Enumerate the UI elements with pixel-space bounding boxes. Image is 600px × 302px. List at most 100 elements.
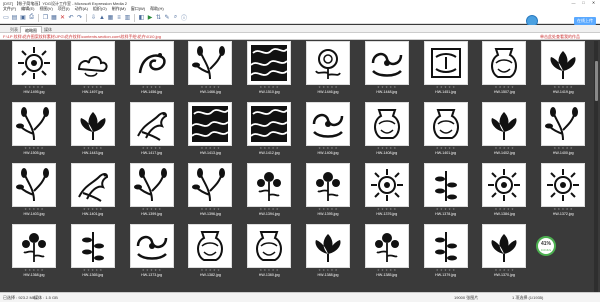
tab-thumbnails[interactable]: 缩略图 xyxy=(20,26,42,33)
thumbnail-item[interactable]: ★ ★ ★ ★ ★ HW-1365.jpg xyxy=(64,224,122,278)
slideshow-icon[interactable]: ▶ xyxy=(147,14,153,21)
thumbnail-item[interactable]: ★ ★ ★ ★ ★ HW-1376.jpg xyxy=(358,163,416,217)
thumbnail-item[interactable]: ★ ★ ★ ★ ★ HW-1403.jpg xyxy=(5,163,63,217)
thumbnail-item[interactable]: ★ ★ ★ ★ ★ HW-1443.jpg xyxy=(64,102,122,156)
thumbnail-image[interactable] xyxy=(12,163,56,207)
thumbnail-image[interactable] xyxy=(12,102,56,146)
thumbnail-image[interactable] xyxy=(188,224,233,268)
zoom-icon[interactable]: ⌕ xyxy=(173,14,179,21)
thumbnail-item[interactable]: ★ ★ ★ ★ ★ HW-1413.jpg xyxy=(181,102,239,156)
thumbnail-item[interactable]: ★ ★ ★ ★ ★ HW-1385.jpg xyxy=(358,224,416,278)
thumbnail-item[interactable]: ★ ★ ★ ★ ★ HW-1412.jpg xyxy=(240,102,298,156)
thumbnail-image[interactable] xyxy=(247,163,292,207)
scrollbar-thumb[interactable] xyxy=(594,61,598,101)
thumbnail-image[interactable] xyxy=(70,224,115,268)
thumbnail-item[interactable]: ★ ★ ★ ★ ★ HW-1446.jpg xyxy=(299,41,357,95)
thumbnail-item[interactable]: ★ ★ ★ ★ ★ HW-1395.jpg xyxy=(299,163,357,217)
edit-icon[interactable]: ✎ xyxy=(164,14,170,21)
thumbnail-item[interactable]: ★ ★ ★ ★ ★ HW-1402.jpg xyxy=(475,102,533,156)
thumbnail-item[interactable]: ★ ★ ★ ★ ★ HW-1360.jpg xyxy=(240,224,298,278)
thumbnail-item[interactable]: ★ ★ ★ ★ ★ HW-1505.jpg xyxy=(5,102,63,156)
lock-icon[interactable]: ▲ xyxy=(99,14,105,21)
thumbnail-image[interactable] xyxy=(70,41,115,85)
list-view-icon[interactable]: ≡ xyxy=(116,14,122,21)
thumbnail-item[interactable]: ★ ★ ★ ★ ★ HW-1417.jpg xyxy=(123,102,181,156)
maximize-button[interactable]: □ xyxy=(579,0,588,5)
thumbnail-image[interactable] xyxy=(423,224,468,268)
thumbnail-image[interactable] xyxy=(247,41,292,85)
save-icon[interactable]: ▣ xyxy=(20,14,26,21)
thumbnail-image[interactable] xyxy=(129,102,174,146)
thumbnail-image[interactable] xyxy=(541,41,586,85)
thumbnail-image[interactable] xyxy=(364,41,409,85)
thumbnail-image[interactable] xyxy=(306,224,350,268)
thumbnail-item[interactable]: ★ ★ ★ ★ ★ HW-1394.jpg xyxy=(240,163,298,217)
thumbnail-image[interactable] xyxy=(364,163,409,207)
thumbnail-image[interactable] xyxy=(364,102,409,146)
thumbnail-item[interactable]: ★ ★ ★ ★ ★ HW-1497.jpg xyxy=(64,41,122,95)
thumbnail-image[interactable] xyxy=(70,102,115,146)
thumbnail-item[interactable]: ★ ★ ★ ★ ★ HW-1378.jpg xyxy=(417,163,475,217)
sort-icon[interactable]: ⇅ xyxy=(156,14,162,21)
thumbnail-item[interactable]: ★ ★ ★ ★ ★ HW-1399.jpg xyxy=(123,163,181,217)
thumbnail-item[interactable]: ★ ★ ★ ★ ★ HW-1368.jpg xyxy=(5,224,63,278)
thumbnail-item[interactable]: ★ ★ ★ ★ ★ HW-1466.jpg xyxy=(181,41,239,95)
import-icon[interactable]: ⇩ xyxy=(91,14,97,21)
thumbnail-image[interactable] xyxy=(188,163,233,207)
thumbnail-item[interactable]: ★ ★ ★ ★ ★ HW-1400.jpg xyxy=(534,102,592,156)
light-table-icon[interactable]: ▥ xyxy=(125,14,131,21)
view-works-link[interactable]: 单击此处查看我的作品 xyxy=(540,34,580,40)
thumbnail-item[interactable]: ★ ★ ★ ★ ★ HW-1510.jpg xyxy=(240,41,298,95)
thumbnail-image[interactable] xyxy=(129,224,174,268)
redo-icon[interactable]: ↷ xyxy=(77,14,83,21)
thumbnail-item[interactable]: ★ ★ ★ ★ ★ HW-1401.jpg xyxy=(64,163,122,217)
thumbnail-image[interactable] xyxy=(188,41,233,85)
grid-view-icon[interactable]: ▦ xyxy=(108,14,114,21)
thumbnail-item[interactable]: ★ ★ ★ ★ ★ HW-1401.jpg xyxy=(417,102,475,156)
thumbnail-image[interactable] xyxy=(12,224,56,268)
thumbnail-image[interactable] xyxy=(129,163,174,207)
vertical-scrollbar[interactable] xyxy=(594,41,598,292)
thumbnail-item[interactable]: ★ ★ ★ ★ ★ HW-1370.jpg xyxy=(475,224,533,278)
thumbnail-item[interactable]: ★ ★ ★ ★ ★ HW-1448.jpg xyxy=(358,41,416,95)
info-icon[interactable]: ⓘ xyxy=(181,14,187,22)
close-button[interactable]: ✕ xyxy=(589,0,598,5)
thumbnail-item[interactable]: ★ ★ ★ ★ ★ HW-1451.jpg xyxy=(417,41,475,95)
new-icon[interactable]: ▭ xyxy=(3,14,9,21)
delete-icon[interactable]: ✕ xyxy=(60,14,66,21)
thumbnail-item[interactable]: ★ ★ ★ ★ ★ HW-1419.jpg xyxy=(534,41,592,95)
thumbnail-image[interactable] xyxy=(247,224,292,268)
thumbnail-image[interactable] xyxy=(423,163,468,207)
upload-button[interactable]: 在线上传 xyxy=(574,17,596,25)
thumbnail-item[interactable]: ★ ★ ★ ★ ★ HW-1456.jpg xyxy=(123,41,181,95)
open-icon[interactable]: ▤ xyxy=(12,14,18,21)
thumbnail-image[interactable] xyxy=(306,163,350,207)
thumbnail-image[interactable] xyxy=(541,102,586,146)
thumbnail-image[interactable] xyxy=(423,102,468,146)
thumbnail-image[interactable] xyxy=(541,163,586,207)
thumbnail-image[interactable] xyxy=(306,41,350,85)
thumbnail-image[interactable] xyxy=(306,102,350,146)
thumbnail-image[interactable] xyxy=(423,41,468,85)
undo-icon[interactable]: ↶ xyxy=(68,14,74,21)
thumbnail-item[interactable]: ★ ★ ★ ★ ★ HW-1495.jpg xyxy=(5,41,63,95)
thumbnail-image[interactable] xyxy=(12,41,56,85)
thumbnail-image[interactable] xyxy=(188,102,233,146)
thumbnail-item[interactable]: ★ ★ ★ ★ ★ HW-1388.jpg xyxy=(299,224,357,278)
thumbnail-item[interactable]: ★ ★ ★ ★ ★ HW-1382.jpg xyxy=(181,224,239,278)
thumbnail-image[interactable] xyxy=(482,163,527,207)
thumbnail-image[interactable] xyxy=(482,224,527,268)
thumbnail-item[interactable]: ★ ★ ★ ★ ★ HW-1406.jpg xyxy=(299,102,357,156)
thumbnail-item[interactable]: ★ ★ ★ ★ ★ HW-1373.jpg xyxy=(123,224,181,278)
thumbnail-image[interactable] xyxy=(247,102,292,146)
minimize-button[interactable]: — xyxy=(569,0,578,5)
thumbnail-image[interactable] xyxy=(364,224,409,268)
print-icon[interactable]: ⎙ xyxy=(29,14,35,21)
tab-media[interactable]: 媒体 xyxy=(40,26,56,33)
thumbnail-item[interactable]: ★ ★ ★ ★ ★ HW-1379.jpg xyxy=(417,224,475,278)
thumbnail-item[interactable]: ★ ★ ★ ★ ★ HW-1408.jpg xyxy=(358,102,416,156)
thumbnail-item[interactable]: ★ ★ ★ ★ ★ HW-1372.jpg xyxy=(534,163,592,217)
thumbnail-item[interactable]: ★ ★ ★ ★ ★ HW-1384.jpg xyxy=(475,163,533,217)
thumbnail-item[interactable]: ★ ★ ★ ★ ★ HW-1396.jpg xyxy=(181,163,239,217)
paste-icon[interactable]: ▦ xyxy=(51,14,57,21)
